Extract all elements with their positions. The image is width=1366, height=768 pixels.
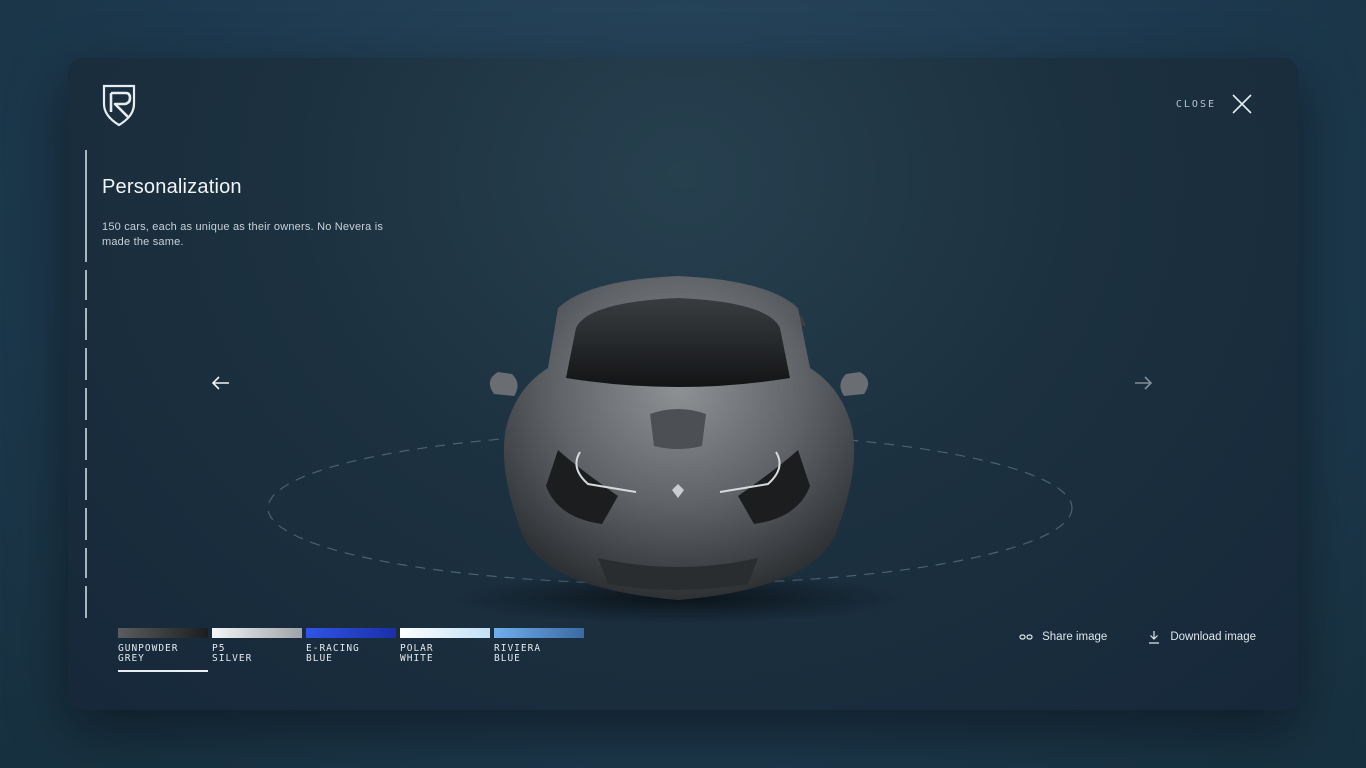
- progress-segment: [85, 388, 87, 420]
- image-actions: Share image Download image: [1019, 630, 1256, 644]
- swatch-color-bar: [400, 628, 490, 638]
- link-icon: [1019, 634, 1033, 640]
- swatch-color-bar: [494, 628, 584, 638]
- download-icon: [1149, 631, 1160, 644]
- progress-segment: [85, 428, 87, 460]
- share-image-button[interactable]: Share image: [1019, 630, 1107, 644]
- swatch-p5-silver[interactable]: P5 SILVER: [212, 628, 302, 672]
- section-title: Personalization: [102, 176, 242, 198]
- progress-segment: [85, 468, 87, 500]
- share-image-label: Share image: [1042, 631, 1108, 643]
- progress-segment: [85, 508, 87, 540]
- configurator-modal: CLOSE Personalization 150 cars, each as …: [68, 58, 1298, 710]
- swatch-color-bar: [306, 628, 396, 638]
- progress-segment-active: [85, 150, 87, 262]
- swatch-label: GUNPOWDER GREY: [118, 643, 179, 664]
- close-icon: [1232, 94, 1252, 114]
- progress-segment: [85, 548, 87, 578]
- swatch-label: RIVIERA BLUE: [494, 643, 542, 664]
- progress-segment: [85, 348, 87, 380]
- swatch-polar-white[interactable]: POLAR WHITE: [400, 628, 490, 672]
- swatch-color-bar: [212, 628, 302, 638]
- color-swatch-list: GUNPOWDER GREY P5 SILVER E-RACING BLUE POLA…: [118, 628, 584, 672]
- swatch-gunpowder-grey[interactable]: GUNPOWDER GREY: [118, 628, 208, 672]
- swatch-e-racing-blue[interactable]: E-RACING BLUE: [306, 628, 396, 672]
- progress-segment: [85, 586, 87, 618]
- download-image-button[interactable]: Download image: [1147, 630, 1256, 644]
- swatch-label: POLAR WHITE: [400, 643, 434, 664]
- car-render: [267, 276, 1073, 624]
- arrow-left-icon[interactable]: [210, 372, 232, 394]
- arrow-right-icon[interactable]: [1132, 372, 1154, 394]
- swatch-active-indicator: [118, 670, 208, 672]
- swatch-label: E-RACING BLUE: [306, 643, 360, 664]
- swatch-color-bar: [118, 628, 208, 638]
- close-button[interactable]: CLOSE: [1176, 92, 1254, 116]
- download-image-label: Download image: [1170, 631, 1256, 643]
- section-progress-indicator: [85, 150, 87, 618]
- swatch-riviera-blue[interactable]: RIVIERA BLUE: [494, 628, 584, 672]
- close-label: CLOSE: [1175, 98, 1216, 110]
- progress-segment: [85, 270, 87, 300]
- progress-segment: [85, 308, 87, 340]
- swatch-label: P5 SILVER: [212, 643, 253, 664]
- rimac-logo[interactable]: [100, 82, 138, 128]
